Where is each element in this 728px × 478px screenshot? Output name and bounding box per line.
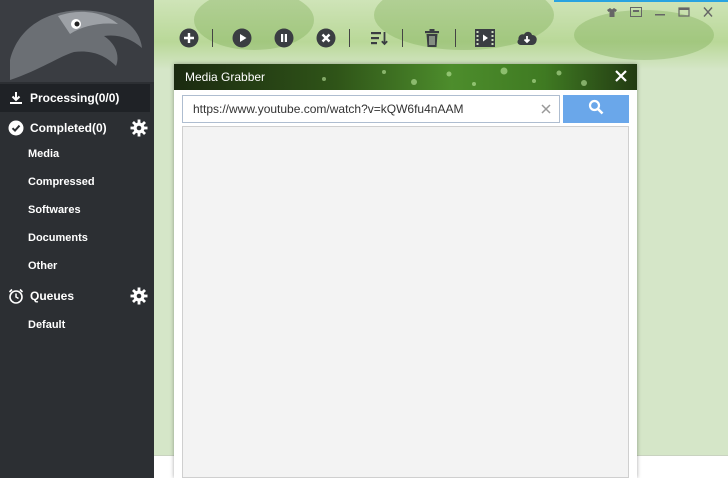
trash-icon[interactable] (421, 27, 443, 49)
sidebar-item-queues[interactable]: Queues (0, 282, 154, 310)
search-icon (588, 99, 604, 120)
film-icon[interactable] (474, 27, 496, 49)
stop-icon[interactable] (315, 27, 337, 49)
gear-icon[interactable] (130, 287, 148, 305)
cloud-download-icon[interactable] (516, 27, 538, 49)
url-input[interactable] (193, 102, 533, 116)
sidebar-item-label: Completed(0) (30, 121, 107, 135)
toolbar-separator (212, 29, 213, 47)
top-accent-line (554, 0, 728, 2)
skin-icon[interactable] (600, 4, 624, 20)
sidebar: Processing(0/0) Completed(0) Media Compr… (0, 0, 154, 478)
sidebar-item-default-queue[interactable]: Default (28, 319, 65, 331)
sidebar-item-label: Processing(0/0) (30, 91, 120, 105)
play-icon[interactable] (231, 27, 253, 49)
close-icon[interactable] (613, 68, 629, 84)
toolbar-separator (455, 29, 456, 47)
sidebar-item-media[interactable]: Media (28, 148, 59, 160)
dialog-title: Media Grabber (185, 70, 266, 84)
dialog-header: Media Grabber (174, 64, 637, 90)
sidebar-item-label: Queues (30, 289, 75, 303)
url-field-container (182, 95, 560, 123)
search-button[interactable] (563, 95, 629, 123)
close-icon[interactable] (696, 4, 720, 20)
minimize-icon[interactable] (648, 4, 672, 20)
clear-icon[interactable] (539, 102, 553, 116)
sidebar-item-completed[interactable]: Completed(0) (0, 114, 154, 142)
maximize-icon[interactable] (672, 4, 696, 20)
results-panel (182, 126, 629, 478)
add-icon[interactable] (178, 27, 200, 49)
toolbar-separator (349, 29, 350, 47)
toolbar-separator (402, 29, 403, 47)
feedback-icon[interactable] (624, 4, 648, 20)
download-icon (8, 90, 24, 106)
window-controls (600, 4, 720, 20)
sidebar-item-compressed[interactable]: Compressed (28, 176, 95, 188)
sidebar-item-documents[interactable]: Documents (28, 232, 88, 244)
check-circle-icon (8, 120, 24, 136)
alarm-clock-icon (8, 288, 24, 304)
pause-icon[interactable] (273, 27, 295, 49)
sidebar-item-processing[interactable]: Processing(0/0) (0, 84, 150, 112)
toolbar (178, 26, 558, 50)
sort-icon[interactable] (368, 27, 390, 49)
sidebar-item-other[interactable]: Other (28, 260, 57, 272)
eagle-logo (0, 0, 154, 82)
media-grabber-dialog: Media Grabber (174, 64, 637, 478)
gear-icon[interactable] (130, 119, 148, 137)
sidebar-item-softwares[interactable]: Softwares (28, 204, 81, 216)
